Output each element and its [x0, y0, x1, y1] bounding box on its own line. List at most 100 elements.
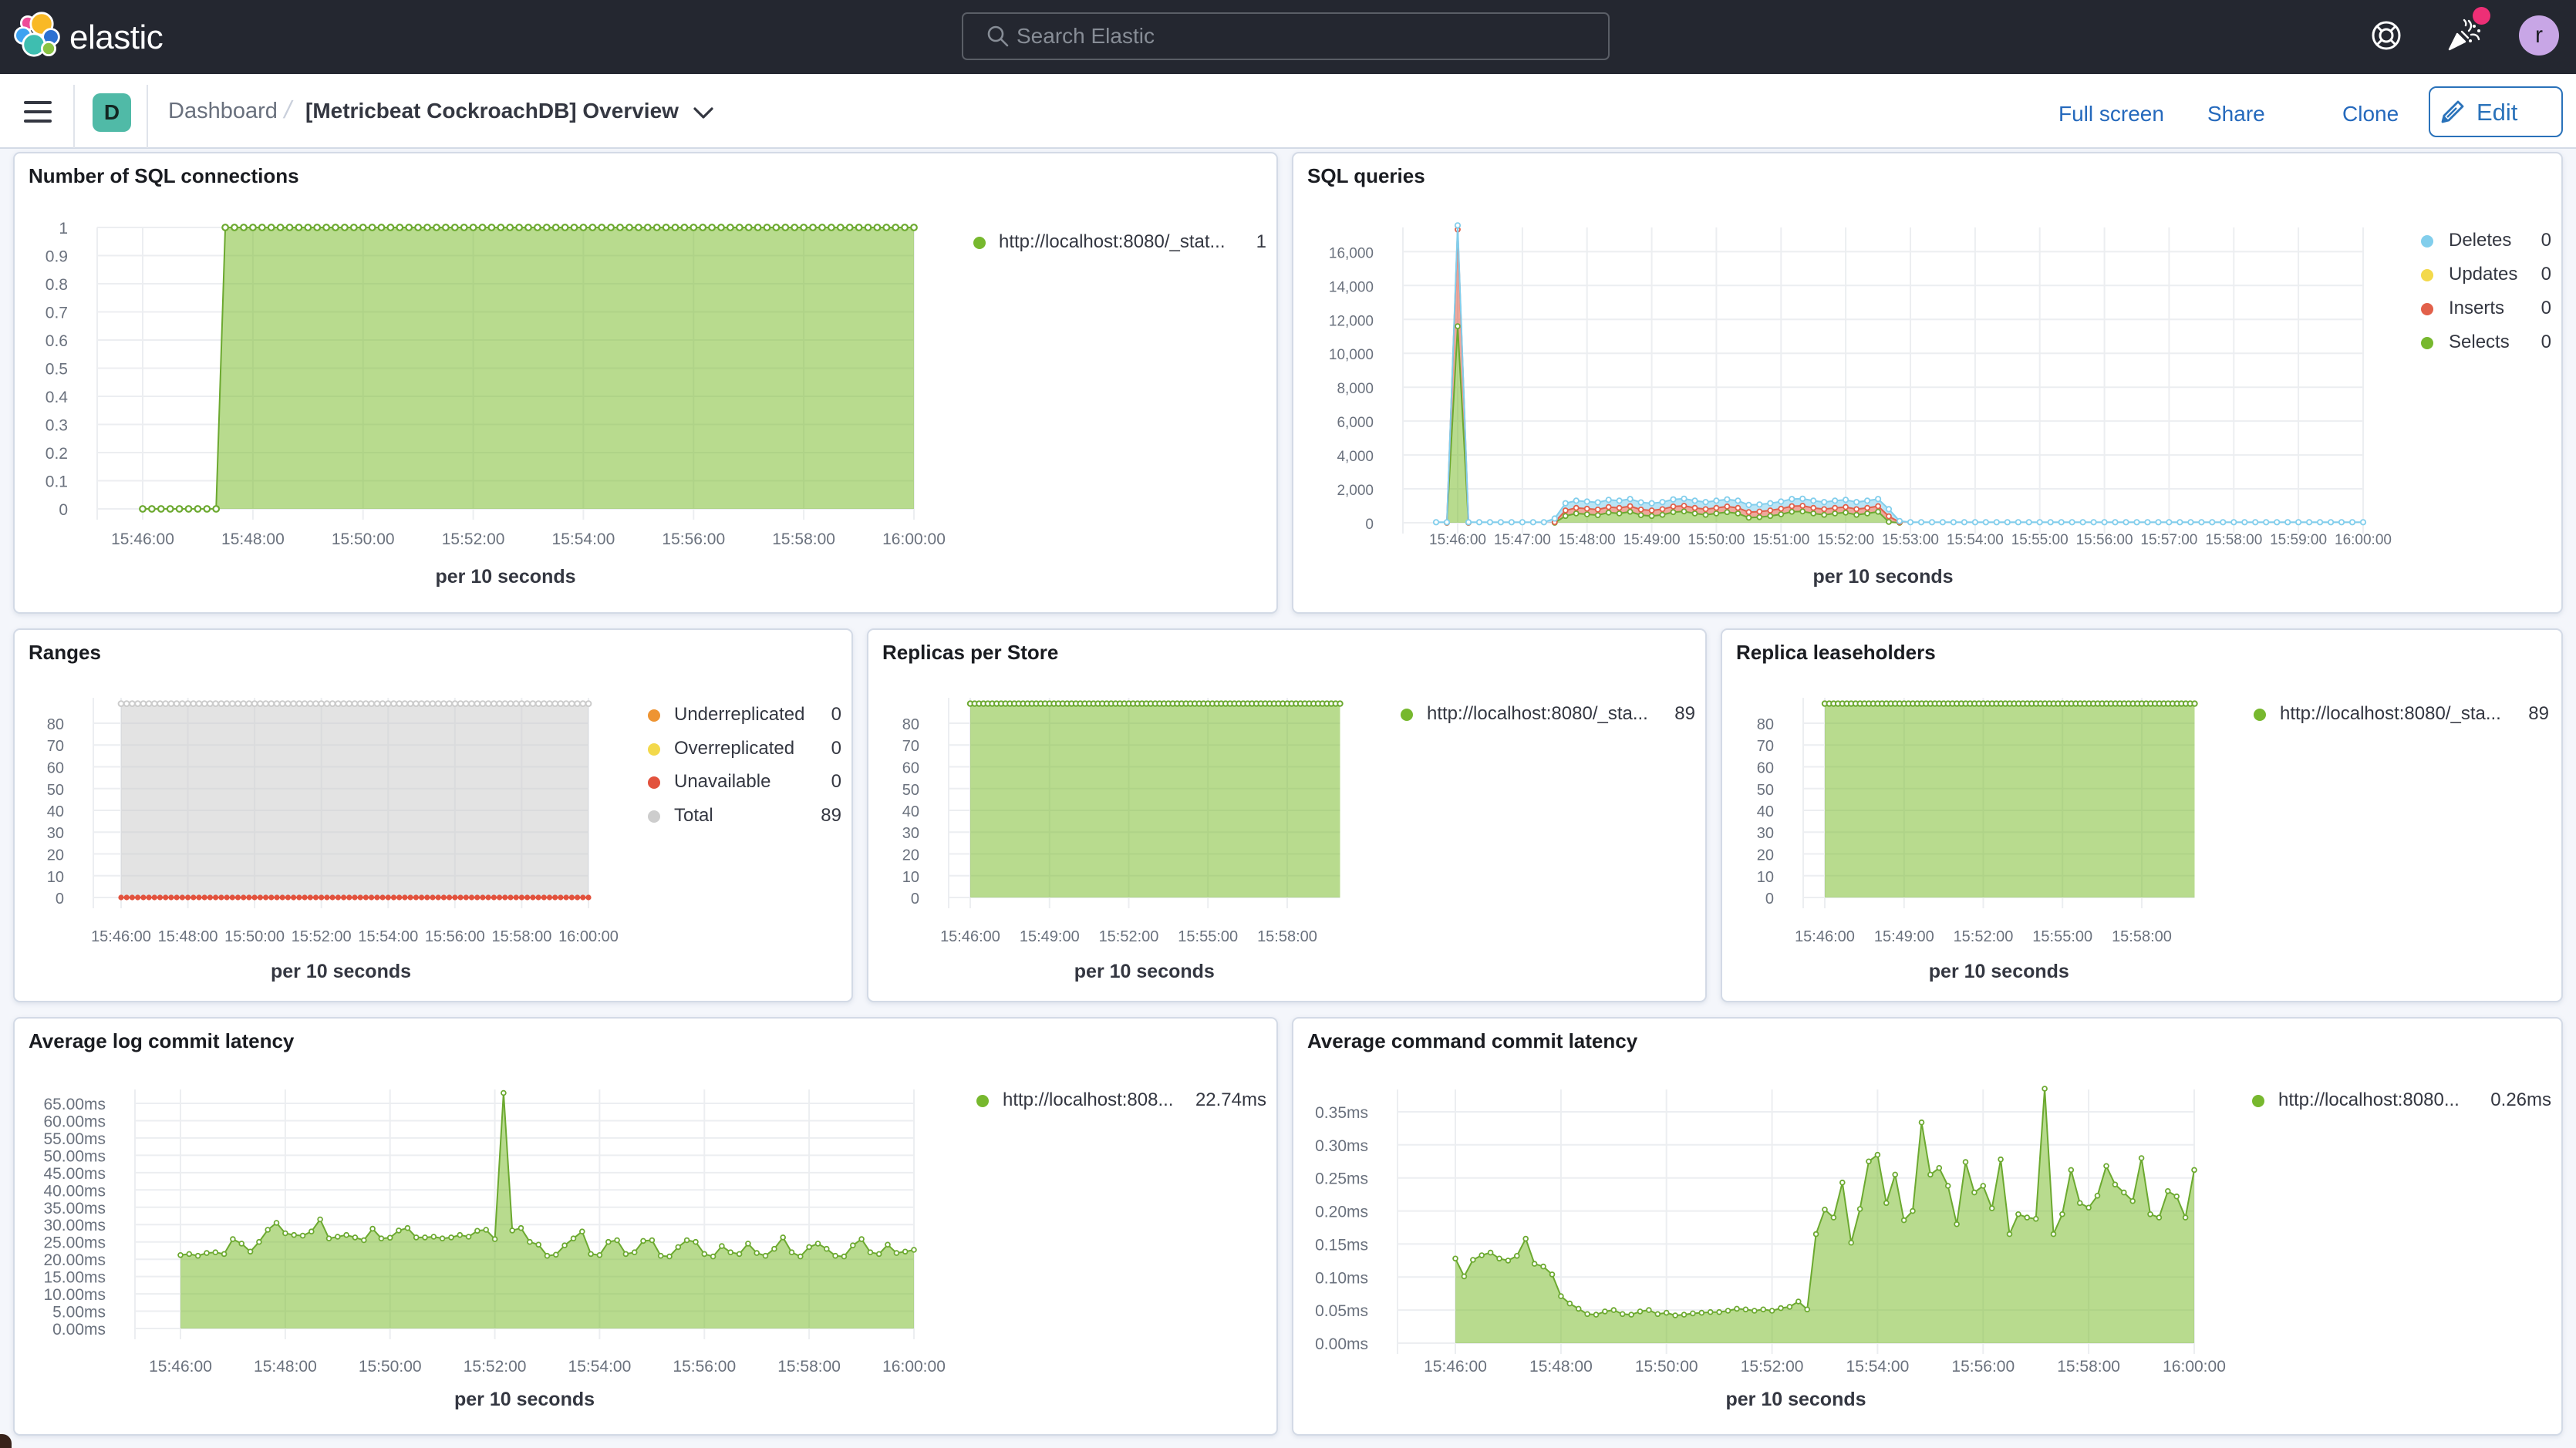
svg-text:40.00ms: 40.00ms: [43, 1182, 106, 1200]
svg-text:10: 10: [47, 869, 64, 886]
svg-text:15:48:00: 15:48:00: [1559, 532, 1616, 548]
svg-text:15:56:00: 15:56:00: [1951, 1358, 2015, 1376]
svg-text:0.05ms: 0.05ms: [1315, 1302, 1368, 1320]
svg-text:80: 80: [1757, 716, 1774, 733]
svg-text:per 10 seconds: per 10 seconds: [1812, 566, 1953, 588]
svg-text:0.3: 0.3: [46, 417, 68, 435]
svg-text:20: 20: [47, 847, 64, 864]
svg-text:10,000: 10,000: [1329, 347, 1374, 363]
svg-text:15.00ms: 15.00ms: [43, 1269, 106, 1287]
svg-text:25.00ms: 25.00ms: [43, 1234, 106, 1252]
svg-text:15:58:00: 15:58:00: [2112, 928, 2172, 945]
svg-text:15:52:00: 15:52:00: [442, 530, 505, 548]
svg-text:15:54:00: 15:54:00: [552, 530, 615, 548]
svg-text:16:00:00: 16:00:00: [882, 530, 946, 548]
svg-text:15:58:00: 15:58:00: [491, 928, 551, 945]
svg-text:16,000: 16,000: [1329, 245, 1374, 261]
svg-text:0.25ms: 0.25ms: [1315, 1170, 1368, 1188]
svg-text:15:49:00: 15:49:00: [1623, 532, 1681, 548]
svg-text:15:46:00: 15:46:00: [91, 928, 151, 945]
svg-text:4,000: 4,000: [1337, 449, 1374, 465]
svg-text:0.20ms: 0.20ms: [1315, 1204, 1368, 1221]
svg-text:55.00ms: 55.00ms: [43, 1130, 106, 1148]
svg-text:per 10 seconds: per 10 seconds: [1074, 961, 1215, 982]
svg-text:15:48:00: 15:48:00: [221, 530, 285, 548]
svg-text:0.4: 0.4: [46, 389, 69, 406]
svg-text:15:46:00: 15:46:00: [111, 530, 174, 548]
svg-text:45.00ms: 45.00ms: [43, 1165, 106, 1183]
svg-text:2,000: 2,000: [1337, 483, 1374, 499]
svg-text:40: 40: [47, 803, 64, 820]
svg-text:0: 0: [59, 501, 68, 519]
svg-text:8,000: 8,000: [1337, 381, 1374, 397]
svg-text:15:59:00: 15:59:00: [2270, 532, 2327, 548]
svg-text:15:55:00: 15:55:00: [1178, 928, 1238, 945]
svg-text:6,000: 6,000: [1337, 415, 1374, 431]
svg-text:15:50:00: 15:50:00: [1635, 1358, 1698, 1376]
svg-text:60: 60: [1757, 760, 1774, 777]
svg-text:70: 70: [902, 738, 919, 755]
svg-text:15:49:00: 15:49:00: [1874, 928, 1934, 945]
svg-text:15:52:00: 15:52:00: [1817, 532, 1874, 548]
svg-text:65.00ms: 65.00ms: [43, 1096, 106, 1113]
svg-text:15:48:00: 15:48:00: [1529, 1358, 1593, 1376]
svg-text:0.35ms: 0.35ms: [1315, 1104, 1368, 1122]
svg-text:20: 20: [902, 847, 919, 864]
svg-text:16:00:00: 16:00:00: [2335, 532, 2392, 548]
svg-text:15:50:00: 15:50:00: [1688, 532, 1745, 548]
svg-text:50.00ms: 50.00ms: [43, 1147, 106, 1165]
svg-text:0.9: 0.9: [46, 248, 68, 266]
svg-text:15:58:00: 15:58:00: [772, 530, 835, 548]
svg-text:30: 30: [902, 825, 919, 842]
svg-text:15:58:00: 15:58:00: [1257, 928, 1317, 945]
svg-text:15:49:00: 15:49:00: [1020, 928, 1080, 945]
svg-text:0.8: 0.8: [46, 276, 68, 294]
svg-text:35.00ms: 35.00ms: [43, 1200, 106, 1217]
svg-text:per 10 seconds: per 10 seconds: [1929, 961, 2069, 982]
svg-text:0.6: 0.6: [46, 332, 68, 350]
svg-text:0: 0: [56, 891, 64, 908]
svg-text:15:51:00: 15:51:00: [1752, 532, 1809, 548]
svg-text:15:57:00: 15:57:00: [2140, 532, 2197, 548]
svg-text:15:53:00: 15:53:00: [1882, 532, 1939, 548]
svg-text:16:00:00: 16:00:00: [882, 1358, 946, 1376]
svg-text:15:54:00: 15:54:00: [1846, 1358, 1910, 1376]
svg-text:15:58:00: 15:58:00: [2205, 532, 2262, 548]
svg-text:0.1: 0.1: [46, 473, 68, 491]
svg-text:15:46:00: 15:46:00: [149, 1358, 212, 1376]
svg-text:15:50:00: 15:50:00: [359, 1358, 422, 1376]
svg-text:per 10 seconds: per 10 seconds: [435, 566, 575, 588]
svg-text:10: 10: [1757, 869, 1774, 886]
svg-text:15:56:00: 15:56:00: [662, 530, 725, 548]
svg-text:15:52:00: 15:52:00: [1954, 928, 2014, 945]
svg-text:15:52:00: 15:52:00: [292, 928, 352, 945]
svg-text:60.00ms: 60.00ms: [43, 1113, 106, 1131]
svg-text:16:00:00: 16:00:00: [558, 928, 619, 945]
svg-text:15:56:00: 15:56:00: [2076, 532, 2133, 548]
svg-text:0.00ms: 0.00ms: [1315, 1335, 1368, 1353]
svg-text:15:56:00: 15:56:00: [673, 1358, 736, 1376]
svg-text:0: 0: [1765, 891, 1774, 908]
svg-text:0: 0: [1365, 517, 1374, 533]
svg-text:15:58:00: 15:58:00: [777, 1358, 841, 1376]
svg-text:40: 40: [1757, 803, 1774, 820]
svg-text:15:55:00: 15:55:00: [2011, 532, 2069, 548]
svg-text:0.15ms: 0.15ms: [1315, 1236, 1368, 1254]
svg-text:80: 80: [47, 716, 64, 733]
svg-text:70: 70: [47, 738, 64, 755]
svg-text:15:52:00: 15:52:00: [1099, 928, 1159, 945]
svg-text:per 10 seconds: per 10 seconds: [1725, 1389, 1866, 1410]
svg-text:15:55:00: 15:55:00: [2032, 928, 2092, 945]
svg-text:10: 10: [902, 869, 919, 886]
svg-text:0.7: 0.7: [46, 305, 68, 322]
svg-text:15:50:00: 15:50:00: [332, 530, 395, 548]
svg-text:20.00ms: 20.00ms: [43, 1251, 106, 1269]
svg-text:15:52:00: 15:52:00: [1741, 1358, 1804, 1376]
svg-text:0.5: 0.5: [46, 361, 68, 379]
svg-text:per 10 seconds: per 10 seconds: [271, 961, 411, 982]
svg-text:20: 20: [1757, 847, 1774, 864]
svg-text:12,000: 12,000: [1329, 313, 1374, 329]
svg-text:1: 1: [59, 220, 68, 237]
svg-text:50: 50: [902, 782, 919, 799]
svg-text:15:46:00: 15:46:00: [1429, 532, 1486, 548]
